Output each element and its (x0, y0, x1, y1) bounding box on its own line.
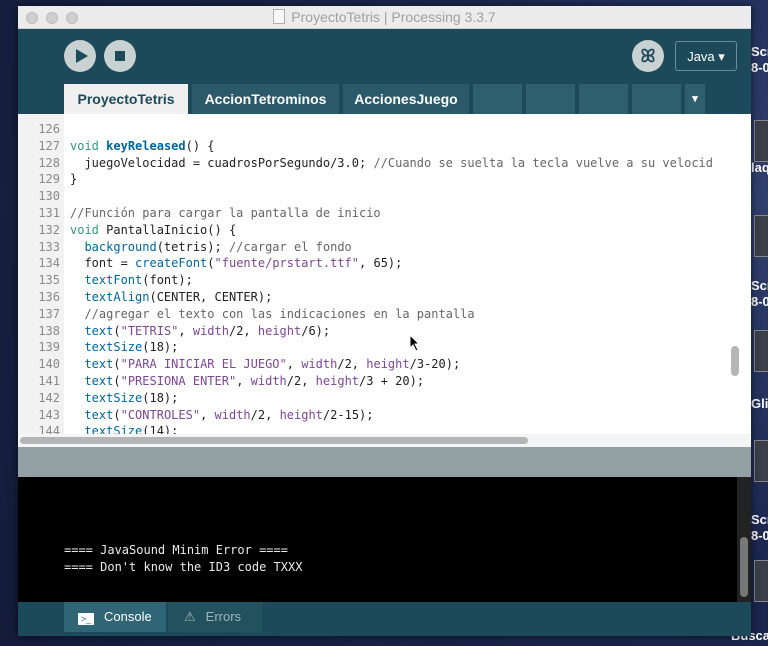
code-text: text("PRESIONA ENTER", width/2, height/3… (84, 373, 425, 388)
tab-accionesjuego[interactable]: AccionesJuego (343, 84, 469, 114)
tab-empty (632, 84, 681, 114)
sketch-tabs: ProyectoTetris AccionTetrominos Acciones… (18, 84, 751, 114)
line-number: 143 (38, 407, 60, 422)
line-number: 137 (38, 306, 60, 321)
line-number: 131 (38, 205, 60, 220)
editor-vertical-scrollbar[interactable] (723, 114, 751, 439)
line-number: 134 (38, 256, 60, 271)
tabs-overflow-button[interactable]: ▾ (685, 84, 705, 114)
status-message-bar (18, 447, 751, 477)
desktop-file-thumbnail[interactable] (754, 440, 768, 482)
title-bar[interactable]: ProyectoTetris | Processing 3.3.7 (18, 6, 751, 29)
desktop-label[interactable]: laq (751, 160, 768, 175)
line-number: 139 (38, 340, 60, 355)
line-number: 140 (38, 357, 60, 372)
line-number: 127 (38, 138, 60, 153)
code-text: text("TETRIS", width/2, height/6); (84, 323, 331, 338)
terminal-icon: >_ (78, 613, 94, 625)
butterfly-icon: ꕤ (640, 46, 656, 66)
tab-console[interactable]: >_ Console (64, 602, 166, 632)
editor-horizontal-scrollbar[interactable] (18, 434, 723, 447)
line-number: 130 (38, 189, 60, 204)
code-text: void PantallaInicio() { (70, 222, 237, 237)
code-text: void keyReleased() { (70, 138, 215, 153)
mode-selector[interactable]: Java ▾ (675, 41, 737, 71)
warning-icon: ⚠ (184, 609, 196, 624)
console-line: ==== Don't know the ID3 code TXXX (64, 560, 303, 574)
line-number: 136 (38, 289, 60, 304)
code-text: text("CONTROLES", width/2, height/2-15); (84, 407, 374, 422)
code-text: //agregar el texto con las indicaciones … (84, 306, 475, 321)
code-text: textFont(font); (84, 273, 193, 288)
desktop-label[interactable]: 8-0 (751, 60, 768, 75)
console-line: ==== JavaSound Minim Error ==== (64, 543, 288, 557)
code-text: textSize(18); (84, 390, 179, 405)
desktop-label[interactable]: 8-0 (751, 294, 768, 309)
run-button[interactable] (64, 40, 96, 72)
document-icon (273, 9, 286, 24)
console-output[interactable]: ==== JavaSound Minim Error ==== ==== Don… (18, 477, 751, 602)
toolbar: ꕤ Java ▾ (18, 29, 751, 91)
tab-acciontetrominos[interactable]: AccionTetrominos (192, 84, 339, 114)
code-text: textAlign(CENTER, CENTER); (84, 289, 273, 304)
desktop-label[interactable]: Scr (751, 44, 768, 59)
code-editor[interactable]: 126 127 void keyReleased() { 128 juegoVeloc… (18, 114, 723, 439)
scrollbar-thumb[interactable] (740, 537, 748, 597)
code-text: } (70, 172, 78, 187)
code-text: juegoVelocidad = cuadrosPorSegundo/3.0; … (70, 155, 713, 170)
desktop-label[interactable]: 8-0 (751, 528, 768, 543)
processing-window: ProyectoTetris | Processing 3.3.7 ꕤ Java… (18, 6, 751, 636)
scrollbar-corner (723, 434, 751, 447)
code-text: textSize(18); (84, 340, 179, 355)
console-scrollbar[interactable] (737, 477, 751, 602)
play-icon (76, 49, 88, 63)
line-number: 135 (38, 273, 60, 288)
window-title: ProyectoTetris | Processing 3.3.7 (18, 9, 751, 25)
mouse-cursor-icon (409, 334, 421, 352)
code-text: text("PARA INICIAR EL JUEGO", width/2, h… (84, 357, 461, 372)
desktop-file-thumbnail[interactable] (754, 215, 768, 257)
desktop-label[interactable]: Gli (751, 396, 768, 411)
scrollbar-thumb[interactable] (731, 346, 739, 376)
tab-empty (526, 84, 575, 114)
code-text: font = createFont("fuente/prstart.ttf", … (70, 256, 403, 271)
debugger-button[interactable]: ꕤ (632, 40, 664, 72)
tab-proyectotetris[interactable]: ProyectoTetris (64, 84, 188, 114)
line-number: 126 (38, 122, 60, 136)
line-number: 129 (38, 172, 60, 187)
tab-empty (473, 84, 522, 114)
line-number: 132 (38, 222, 60, 237)
line-number: 138 (38, 323, 60, 338)
line-number: 142 (38, 390, 60, 405)
tab-empty (579, 84, 628, 114)
stop-icon (115, 51, 125, 61)
desktop-file-thumbnail[interactable] (754, 330, 768, 372)
desktop-file-thumbnail[interactable] (754, 120, 768, 162)
code-text: //Función para cargar la pantalla de ini… (70, 205, 381, 220)
desktop-file-thumbnail[interactable] (754, 560, 768, 602)
line-number: 141 (38, 373, 60, 388)
footer-tabs: >_ Console ⚠ Errors (18, 602, 751, 636)
scrollbar-thumb[interactable] (20, 437, 528, 444)
code-text: background(tetris); //cargar el fondo (84, 239, 352, 254)
tab-errors[interactable]: ⚠ Errors (168, 602, 262, 632)
desktop-label[interactable]: Scr (751, 278, 768, 293)
line-number: 133 (38, 239, 60, 254)
line-number: 128 (38, 155, 60, 170)
stop-button[interactable] (104, 40, 136, 72)
desktop-label[interactable]: Scr (751, 512, 768, 527)
